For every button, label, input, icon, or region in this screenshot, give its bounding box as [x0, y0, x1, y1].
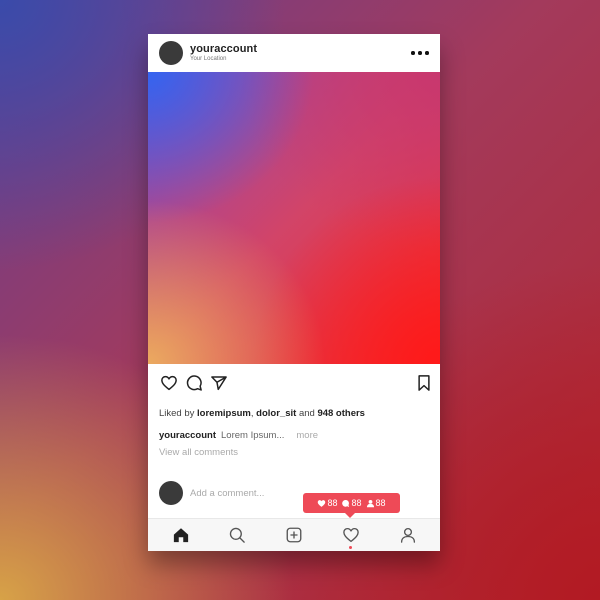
comment-icon [342, 499, 350, 507]
more-options-icon[interactable] [410, 43, 430, 61]
notification-likes-count: 88 [327, 498, 338, 508]
send-icon[interactable] [210, 374, 228, 392]
post-caption: youraccount Lorem Ipsum... more [159, 430, 318, 441]
post-card: youraccount Your Location Liked by lorem… [148, 34, 440, 551]
liked-user-2[interactable]: dolor_sit [256, 408, 296, 419]
post-actions [148, 364, 440, 400]
heart-icon [318, 499, 326, 507]
search-icon[interactable] [228, 526, 246, 544]
likes-summary: Liked by loremipsum, dolor_sit and 948 o… [159, 408, 365, 419]
bookmark-icon[interactable] [415, 374, 433, 392]
comment-input[interactable] [190, 486, 290, 500]
caption-username[interactable]: youraccount [159, 430, 216, 441]
add-post-icon[interactable] [285, 526, 303, 544]
notification-comments-count: 88 [351, 498, 362, 508]
home-icon[interactable] [172, 526, 190, 544]
caption-text: Lorem Ipsum... [221, 430, 285, 441]
likes-prefix: Liked by [159, 408, 195, 419]
bottom-nav [148, 518, 440, 551]
caption-more-link[interactable]: more [296, 430, 318, 441]
likes-separator: , [250, 408, 254, 419]
activity-indicator-dot [349, 546, 352, 549]
notification-follows-count: 88 [375, 498, 386, 508]
notification-badge[interactable]: 88 88 88 [303, 493, 400, 518]
heart-icon[interactable] [160, 374, 178, 392]
comment-icon[interactable] [185, 374, 203, 392]
commenter-avatar [159, 481, 183, 505]
likes-others[interactable]: 948 others [317, 408, 365, 419]
profile-icon[interactable] [399, 526, 417, 544]
activity-heart-icon[interactable] [342, 526, 360, 544]
post-image[interactable] [148, 72, 440, 364]
notification-comments: 88 [341, 498, 362, 508]
post-location[interactable]: Your Location [190, 56, 226, 62]
liked-user-1[interactable]: loremipsum [197, 408, 251, 419]
post-header: youraccount Your Location [148, 34, 440, 72]
likes-and: and [298, 408, 315, 419]
avatar[interactable] [159, 41, 183, 65]
notification-likes: 88 [317, 498, 337, 508]
notification-follows: 88 [366, 498, 386, 508]
post-username[interactable]: youraccount [190, 43, 257, 55]
user-icon [366, 499, 374, 507]
view-all-comments-link[interactable]: View all comments [159, 447, 238, 458]
